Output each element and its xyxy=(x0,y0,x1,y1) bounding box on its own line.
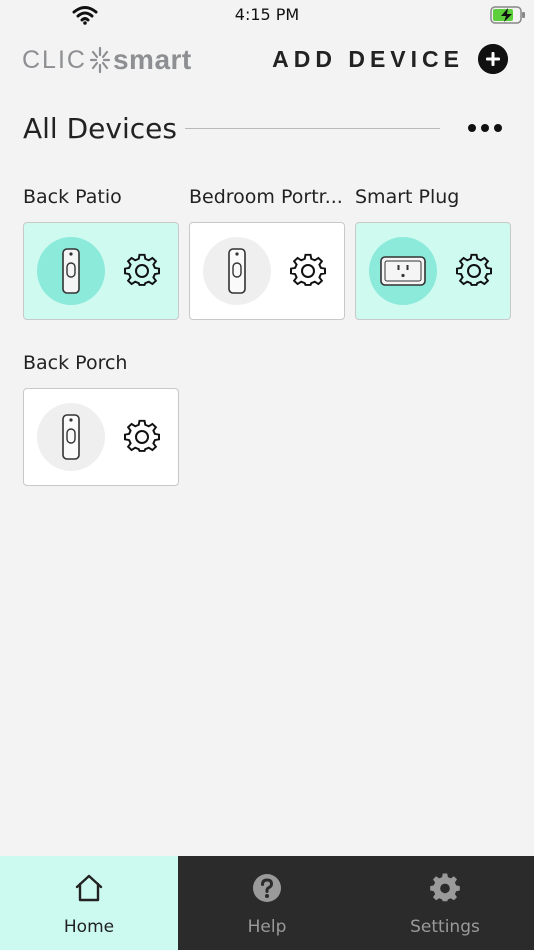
status-bar: 4:15 PM xyxy=(0,0,534,30)
device-tile-smart-plug: Smart Plug xyxy=(355,186,513,320)
doorbell-icon xyxy=(62,248,80,294)
status-time: 4:15 PM xyxy=(234,5,300,24)
device-card[interactable] xyxy=(189,222,345,320)
device-name: Smart Plug xyxy=(355,186,460,208)
device-tile-back-porch: Back Porch xyxy=(23,352,181,486)
smart-plug-icon xyxy=(380,256,426,286)
doorbell-icon xyxy=(228,248,246,294)
device-tile-bedroom-portrait: Bedroom Portr... xyxy=(189,186,347,320)
device-thumbnail[interactable] xyxy=(369,237,437,305)
battery-charging-icon xyxy=(490,6,525,24)
tab-label: Settings xyxy=(410,917,480,937)
device-card[interactable] xyxy=(23,388,179,486)
tab-bar: Home Help Settings xyxy=(0,856,534,950)
add-device-button[interactable] xyxy=(478,44,508,74)
header: CLIC smart ADD DEVICE xyxy=(0,38,534,84)
section-title: All Devices xyxy=(23,112,177,145)
device-settings-gear-icon[interactable] xyxy=(456,253,492,289)
device-settings-gear-icon[interactable] xyxy=(124,419,160,455)
device-name: Back Patio xyxy=(23,186,122,208)
help-icon xyxy=(253,874,281,902)
section-header: All Devices xyxy=(0,108,534,152)
device-settings-gear-icon[interactable] xyxy=(124,253,160,289)
logo-text-right: smart xyxy=(112,44,192,75)
device-thumbnail[interactable] xyxy=(37,237,105,305)
device-name: Back Porch xyxy=(23,352,128,374)
logo-text-left: CLIC xyxy=(22,45,87,74)
device-thumbnail[interactable] xyxy=(203,237,271,305)
device-card[interactable] xyxy=(355,222,511,320)
section-divider xyxy=(185,128,440,129)
tab-help[interactable]: Help xyxy=(178,856,356,950)
tab-home[interactable]: Home xyxy=(0,856,178,950)
device-name: Bedroom Portr... xyxy=(189,186,343,208)
tab-settings[interactable]: Settings xyxy=(356,856,534,950)
doorbell-icon xyxy=(62,414,80,460)
tab-label: Home xyxy=(63,917,115,937)
clicsmart-logo: CLIC smart xyxy=(22,43,192,77)
home-icon xyxy=(75,874,103,902)
device-thumbnail[interactable] xyxy=(37,403,105,471)
settings-icon xyxy=(430,873,460,902)
device-tile-back-patio: Back Patio xyxy=(23,186,181,320)
more-options-icon[interactable] xyxy=(466,120,504,136)
tab-label: Help xyxy=(247,917,287,937)
device-card[interactable] xyxy=(23,222,179,320)
add-device-label[interactable]: ADD DEVICE xyxy=(272,46,464,73)
device-settings-gear-icon[interactable] xyxy=(290,253,326,289)
logo-burst-icon xyxy=(89,46,111,74)
